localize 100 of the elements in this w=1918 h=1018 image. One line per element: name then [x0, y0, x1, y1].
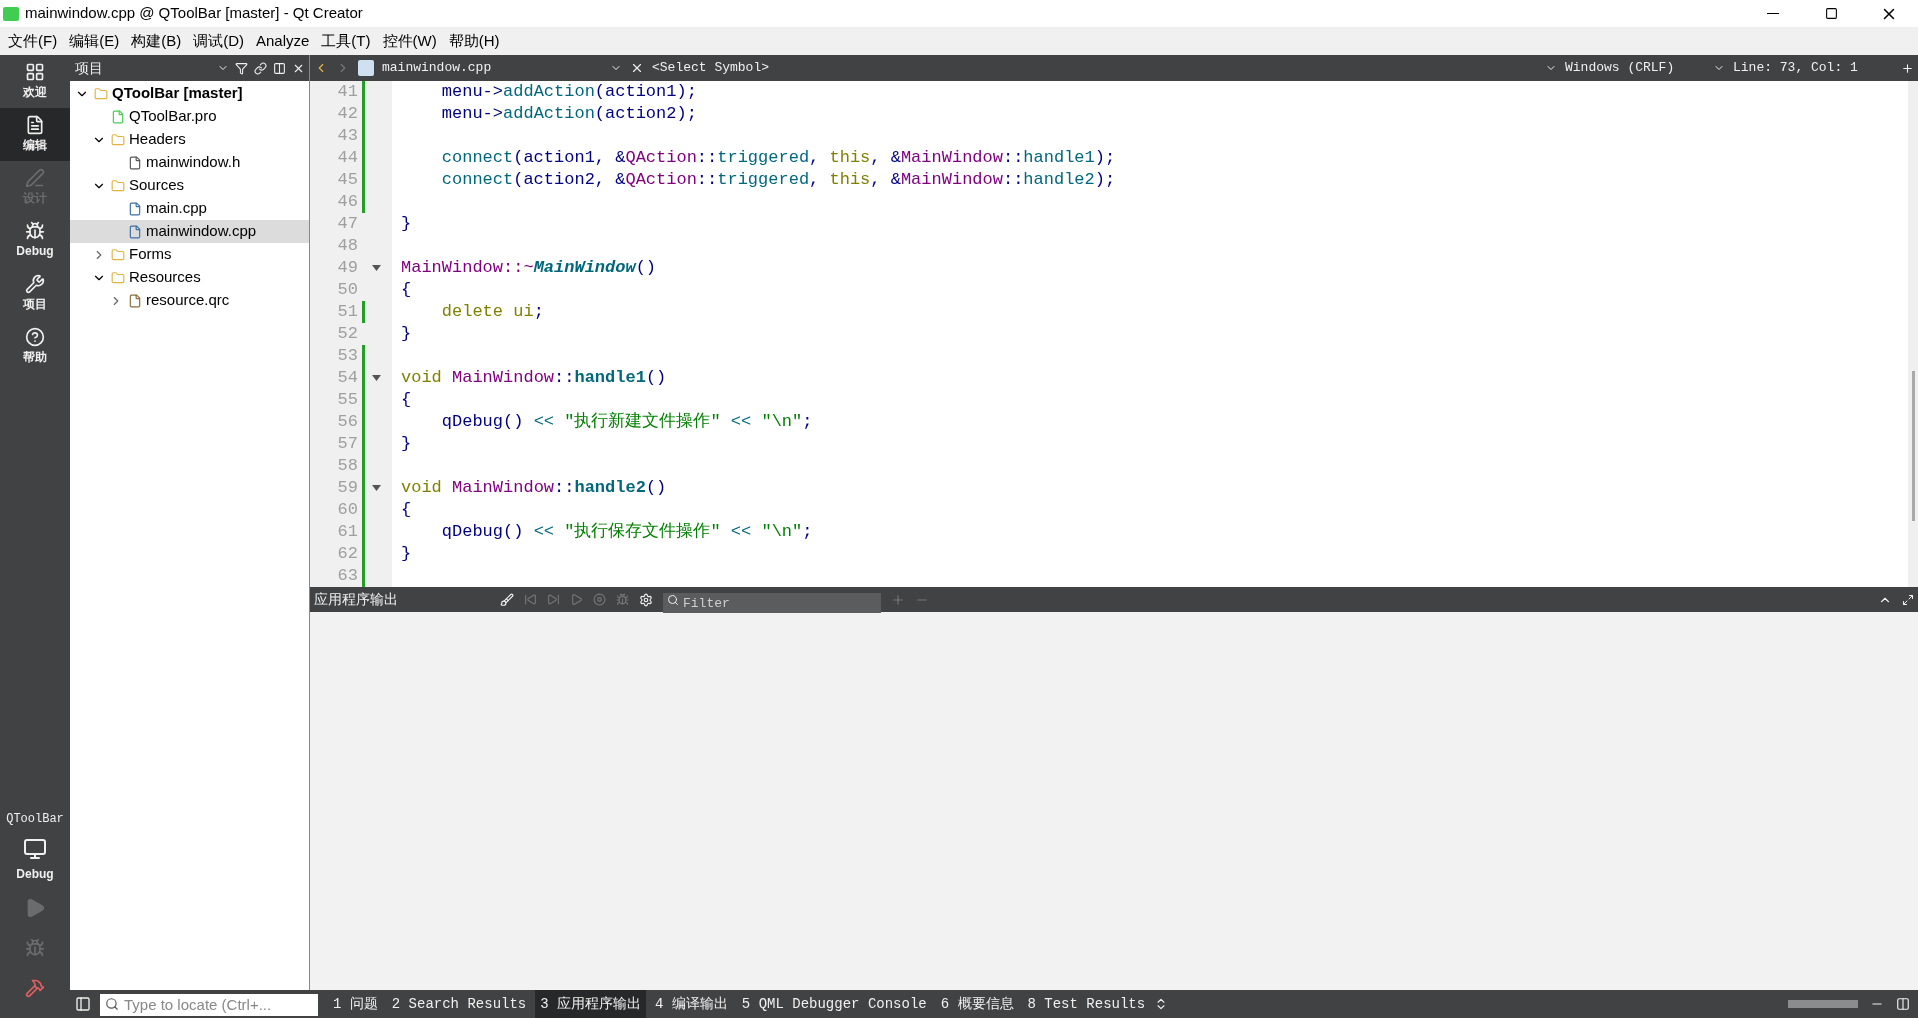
mode-button[interactable]: Debug: [0, 214, 70, 267]
code-line: connect(action2, &QAction::triggered, this, &MainWindow::handle2);: [440, 169, 1116, 192]
code-line: }: [400, 323, 412, 346]
line-number: 60: [336, 499, 358, 522]
code-line: qDebug() << "执行新建文件操作" << "\n";: [440, 411, 813, 434]
split-icon[interactable]: [1896, 997, 1910, 1011]
monitor-icon: [23, 837, 47, 861]
fold-arrow-icon[interactable]: [371, 375, 381, 381]
tree-item-label: resource.qrc: [146, 290, 230, 311]
code-line: delete ui;: [440, 301, 544, 324]
output-tab[interactable]: 4 编译输出: [650, 990, 733, 1018]
mode-button[interactable]: 欢迎: [0, 55, 70, 108]
menu-item[interactable]: 构建(B): [125, 27, 188, 55]
line-number: 56: [336, 411, 358, 434]
folder-icon: [111, 178, 125, 193]
tree-item[interactable]: Forms: [70, 243, 309, 266]
folder-icon: [111, 247, 125, 262]
line-number: 54: [336, 367, 358, 390]
window-title: mainwindow.cpp @ QToolBar [master] - Qt Creator: [25, 3, 363, 24]
kit-selector[interactable]: Debug: [0, 832, 70, 888]
symbol-selector[interactable]: <Select Symbol>: [652, 58, 1537, 78]
settings-icon[interactable]: [639, 592, 653, 607]
code-line: void MainWindow::handle2(): [400, 477, 667, 500]
tree-item[interactable]: mainwindow.cpp: [70, 220, 309, 243]
code-line: void MainWindow::handle1(): [400, 367, 667, 390]
search-icon: [667, 593, 679, 606]
fold-arrow-icon[interactable]: [371, 485, 381, 491]
output-tab[interactable]: 3 应用程序输出: [535, 990, 647, 1018]
tree-item[interactable]: Sources: [70, 174, 309, 197]
menu-item[interactable]: 控件(W): [376, 27, 443, 55]
grid-icon: [25, 62, 45, 82]
file-selector[interactable]: mainwindow.cpp: [382, 58, 602, 78]
line-number: 63: [336, 565, 358, 587]
mode-button[interactable]: 编辑: [0, 108, 70, 161]
restore-icon: [1824, 7, 1838, 20]
line-number: 61: [336, 521, 358, 544]
line-number: 44: [336, 147, 358, 170]
bug-icon: [25, 938, 45, 958]
folder-icon: [94, 86, 108, 101]
document-icon: [25, 115, 45, 135]
code-line: {: [400, 499, 412, 522]
line-number: 46: [336, 191, 358, 214]
mode-button[interactable]: 帮助: [0, 320, 70, 373]
tree-item[interactable]: mainwindow.h: [70, 151, 309, 174]
code-line: menu->addAction(action1);: [440, 81, 697, 104]
wrench-icon: [25, 274, 45, 294]
output-tab[interactable]: 2 Search Results: [386, 990, 532, 1018]
brush-icon[interactable]: [500, 592, 514, 607]
output-tab[interactable]: 6 概要信息: [935, 990, 1019, 1018]
filter-icon[interactable]: [235, 61, 248, 75]
menu-item[interactable]: 编辑(E): [63, 27, 126, 55]
tree-item[interactable]: QToolBar.pro: [70, 105, 309, 128]
locator-field[interactable]: Type to locate (Ctrl+...: [100, 994, 318, 1017]
line-number: 59: [336, 477, 358, 500]
filter-field[interactable]: Filter: [663, 593, 881, 613]
sidebar-toggle-icon[interactable]: [75, 996, 91, 1012]
hammer-icon: [25, 978, 45, 998]
output-tab[interactable]: 8 Test Results: [1022, 990, 1151, 1018]
file-icon: [128, 201, 142, 216]
tree-item[interactable]: Headers: [70, 128, 309, 151]
menu-item[interactable]: 帮助(H): [442, 27, 506, 55]
line-ending-selector[interactable]: Windows (CRLF): [1565, 58, 1705, 78]
search-icon: [105, 997, 119, 1011]
tree-item-label: main.cpp: [146, 198, 207, 219]
line-number: 52: [336, 323, 358, 346]
project-label: QToolBar: [5, 811, 65, 828]
split-icon[interactable]: [273, 61, 286, 75]
file-icon: [128, 224, 142, 239]
code-line: }: [400, 433, 412, 456]
code-line: menu->addAction(action2);: [440, 103, 697, 126]
line-number: 62: [336, 543, 358, 566]
tree-item[interactable]: resource.qrc: [70, 289, 309, 312]
output-tab[interactable]: 1 问题: [328, 990, 383, 1018]
line-number: 45: [336, 169, 358, 192]
output-tab[interactable]: 5 QML Debugger Console: [736, 990, 932, 1018]
menu-item[interactable]: 文件(F): [2, 27, 64, 55]
scrollbar[interactable]: [1908, 81, 1918, 587]
cursor-position: Line: 73, Col: 1: [1733, 59, 1859, 78]
tree-item-label: QToolBar.pro: [129, 106, 217, 127]
menu-item[interactable]: 工具(T): [315, 27, 377, 55]
close-icon[interactable]: [630, 61, 644, 75]
line-number: 58: [336, 455, 358, 478]
menu-item[interactable]: 调试(D): [187, 27, 250, 55]
code-line: qDebug() << "执行保存文件操作" << "\n";: [440, 521, 813, 544]
tree-item-label: Forms: [129, 244, 172, 265]
split-icon[interactable]: [1901, 61, 1914, 75]
link-icon[interactable]: [254, 61, 267, 75]
progress-indicator: [1788, 1000, 1858, 1008]
maximize-icon[interactable]: [1902, 593, 1914, 606]
file-icon: [358, 60, 374, 76]
scrollbar-thumb[interactable]: [1911, 371, 1915, 521]
tree-item[interactable]: Resources: [70, 266, 309, 289]
bug-icon: [25, 221, 45, 241]
mode-button[interactable]: 项目: [0, 267, 70, 320]
tree-item[interactable]: QToolBar [master]: [70, 82, 309, 105]
app-logo-icon: [3, 6, 19, 21]
line-number: 50: [336, 279, 358, 302]
menu-item[interactable]: Analyze: [250, 27, 316, 55]
fold-arrow-icon[interactable]: [371, 265, 381, 271]
tree-item[interactable]: main.cpp: [70, 197, 309, 220]
